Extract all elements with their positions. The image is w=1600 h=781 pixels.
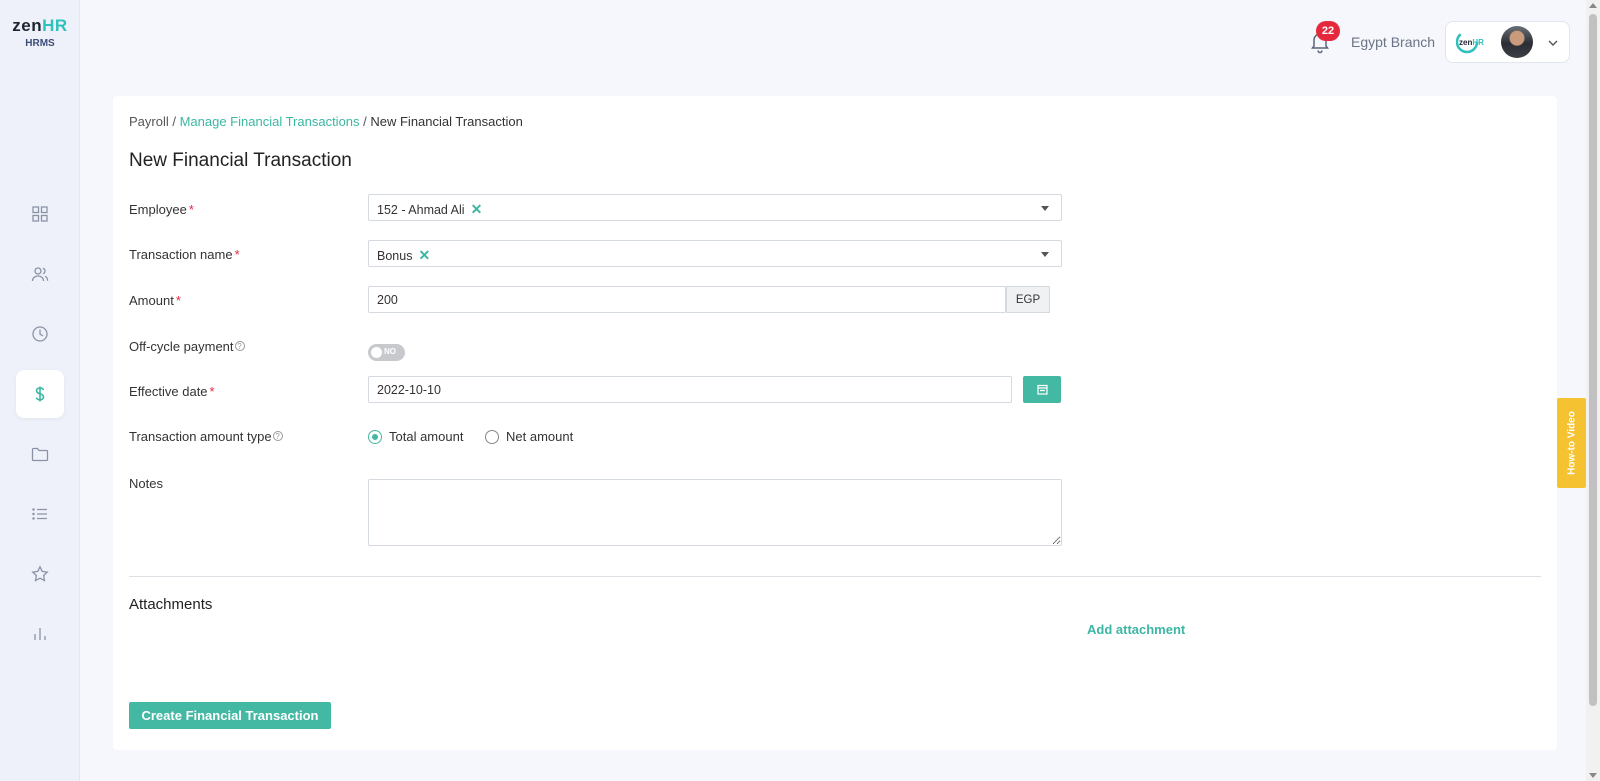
currency-addon: EGP	[1006, 286, 1050, 313]
folder-icon	[31, 447, 49, 462]
radio-label: Total amount	[389, 429, 464, 444]
sidebar: zenHR HRMS	[0, 0, 80, 781]
avatar	[1501, 26, 1533, 58]
amount-input[interactable]: 200	[368, 286, 1006, 313]
logo-text: zen	[12, 16, 43, 35]
company-logo: zenHR	[1456, 30, 1484, 54]
required-mark: *	[188, 202, 194, 217]
user-menu[interactable]: zenHR	[1445, 21, 1570, 63]
clear-transaction-icon[interactable]: ✕	[418, 247, 430, 263]
how-to-video-tab[interactable]: How-to Video	[1557, 398, 1586, 488]
notes-textarea[interactable]	[368, 479, 1062, 546]
required-mark: *	[209, 384, 215, 399]
sidebar-item-payroll[interactable]	[16, 370, 64, 418]
breadcrumb-root[interactable]: Payroll	[129, 114, 169, 129]
breadcrumb-separator: /	[359, 114, 371, 129]
sidebar-item-lists[interactable]	[16, 490, 64, 538]
sidebar-item-documents[interactable]	[16, 430, 64, 478]
transaction-name-value: Bonus	[377, 249, 413, 263]
effective-date-label: Effective date *	[129, 384, 215, 399]
off-cycle-label: Off-cycle payment?	[129, 339, 245, 354]
radio-circle	[368, 429, 382, 444]
notes-label: Notes	[129, 476, 163, 491]
required-mark: *	[175, 293, 181, 308]
bar-chart-icon	[34, 628, 46, 640]
company-logo-text: zenHR	[1459, 38, 1484, 47]
transaction-name-label: Transaction name *	[129, 247, 240, 262]
star-icon	[31, 565, 49, 582]
calendar-button[interactable]	[1023, 376, 1061, 403]
divider	[129, 576, 1541, 577]
toggle-knob	[371, 347, 382, 358]
help-icon[interactable]: ?	[272, 431, 283, 441]
breadcrumb-parent-link[interactable]: Manage Financial Transactions	[180, 114, 360, 129]
breadcrumb-current: New Financial Transaction	[370, 114, 523, 129]
radio-label: Net amount	[506, 429, 574, 444]
people-icon	[31, 267, 49, 282]
page-title: New Financial Transaction	[129, 150, 352, 171]
dollar-icon	[35, 386, 45, 402]
sidebar-item-performance[interactable]	[16, 550, 64, 598]
help-icon[interactable]: ?	[234, 341, 245, 351]
form-card: Payroll / Manage Financial Transactions …	[113, 96, 1557, 750]
add-attachment-link[interactable]: Add attachment	[1087, 622, 1185, 637]
amount-label: Amount *	[129, 293, 181, 308]
app-logo[interactable]: zenHR HRMS	[0, 16, 80, 49]
radio-total-amount[interactable]: Total amount	[368, 429, 463, 444]
logo-subtitle: HRMS	[25, 38, 55, 49]
effective-date-input[interactable]: 2022-10-10	[368, 376, 1012, 403]
caret-down-icon[interactable]	[1041, 206, 1049, 211]
scrollbar-thumb[interactable]	[1589, 14, 1597, 706]
employee-value: 152 - Ahmad Ali	[377, 203, 465, 217]
toggle-text: NO	[384, 347, 396, 356]
employee-select[interactable]: 152 - Ahmad Ali ✕	[368, 194, 1062, 221]
calendar-icon	[1036, 384, 1048, 395]
breadcrumb: Payroll / Manage Financial Transactions …	[129, 114, 523, 129]
radio-circle	[485, 429, 499, 444]
sidebar-item-dashboard[interactable]	[16, 190, 64, 238]
dashboard-icon	[32, 206, 48, 222]
notification-badge[interactable]: 22	[1316, 21, 1340, 41]
list-icon	[32, 508, 47, 520]
scroll-down-icon[interactable]	[1589, 773, 1597, 778]
attachments-title: Attachments	[129, 596, 213, 613]
off-cycle-toggle[interactable]: NO	[368, 344, 405, 361]
radio-net-amount[interactable]: Net amount	[485, 429, 573, 444]
scroll-up-icon[interactable]	[1589, 3, 1597, 8]
caret-down-icon[interactable]	[1041, 252, 1049, 257]
employee-label: Employee *	[129, 202, 194, 217]
create-transaction-button[interactable]: Create Financial Transaction	[129, 702, 331, 729]
chevron-down-icon	[1548, 40, 1558, 46]
how-to-label: How-to Video	[1566, 411, 1577, 475]
sidebar-item-employees[interactable]	[16, 250, 64, 298]
amount-type-label: Transaction amount type?	[129, 429, 283, 444]
logo-accent-text: HR	[42, 16, 68, 35]
branch-name[interactable]: Egypt Branch	[1351, 34, 1435, 50]
transaction-name-select[interactable]: Bonus ✕	[368, 240, 1062, 267]
clear-employee-icon[interactable]: ✕	[471, 201, 483, 217]
clock-icon	[32, 326, 48, 342]
scrollbar[interactable]	[1586, 0, 1600, 781]
required-mark: *	[234, 247, 240, 262]
sidebar-item-reports[interactable]	[16, 610, 64, 658]
sidebar-item-attendance[interactable]	[16, 310, 64, 358]
breadcrumb-separator: /	[168, 114, 180, 129]
